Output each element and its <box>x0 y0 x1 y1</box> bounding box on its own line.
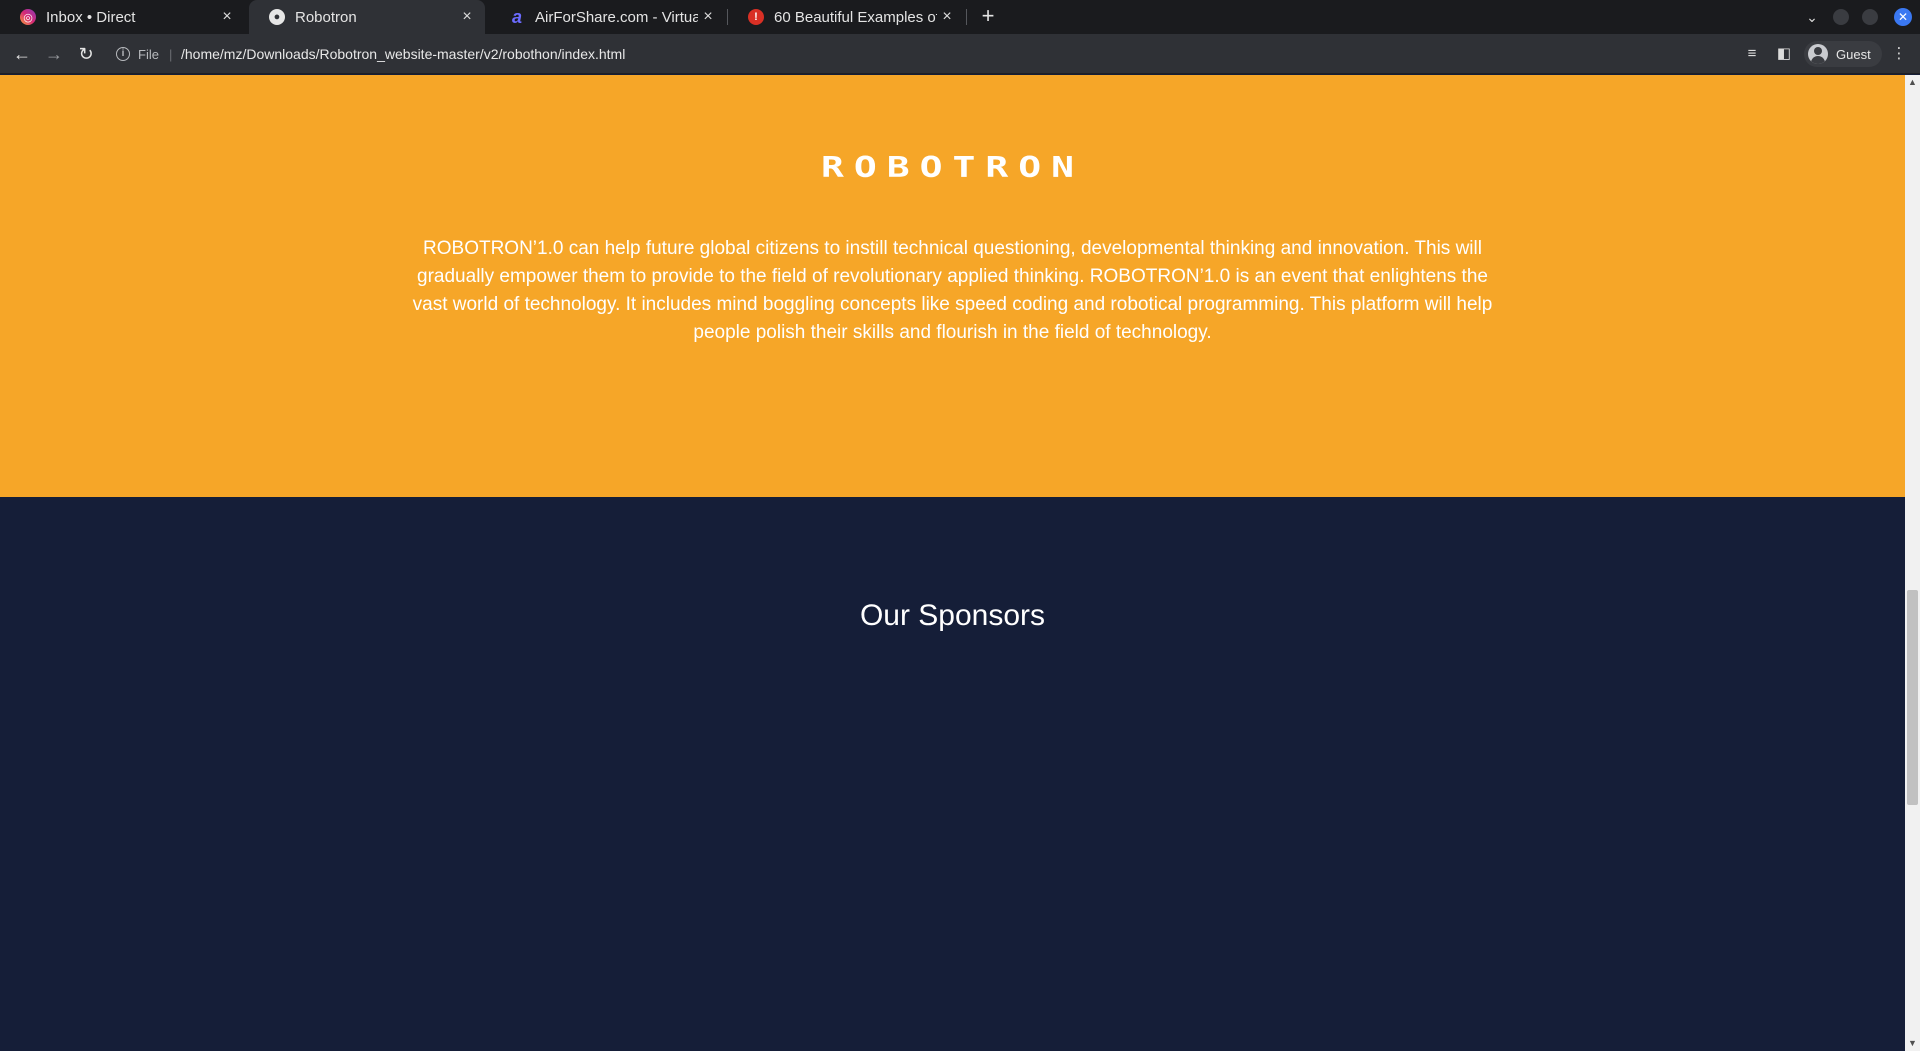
instagram-icon: ◎ <box>20 9 36 25</box>
minimize-window-button[interactable] <box>1833 9 1849 25</box>
site-info-button[interactable]: i File | <box>116 44 172 64</box>
tab-title: Inbox • Direct <box>46 8 136 26</box>
more-menu-icon[interactable]: ⋮ <box>1887 42 1911 66</box>
tab-robotron[interactable]: ● Robotron × <box>249 0 485 34</box>
globe-icon: ● <box>269 9 285 25</box>
tab-strip: ◎ Inbox • Direct × ● Robotron × a AirFor… <box>0 0 1920 34</box>
profile-label: Guest <box>1836 46 1871 62</box>
close-tab-icon[interactable]: × <box>937 8 957 26</box>
page-scrollbar[interactable]: ▲ ▼ <box>1905 75 1920 1051</box>
browser-toolbar: ← → ↻ i File | /home/mz/Downloads/Robotr… <box>0 34 1920 74</box>
sponsors-title: Our Sponsors <box>859 599 1046 632</box>
tab-airforshare[interactable]: a AirForShare.com - Virtual × <box>489 0 726 34</box>
new-tab-button[interactable]: + <box>976 0 1000 34</box>
info-icon: ! <box>748 9 764 25</box>
about-description: ROBOTRON’1.0 can help future global citi… <box>412 238 1493 343</box>
address-separator: | <box>168 46 173 62</box>
scroll-up-arrow-icon[interactable]: ▲ <box>1905 75 1920 90</box>
forward-arrow-icon[interactable]: → <box>40 40 68 68</box>
scroll-down-arrow-icon[interactable]: ▼ <box>1905 1036 1920 1051</box>
close-window-button[interactable]: ✕ <box>1894 8 1912 26</box>
page-viewport: ROBOTRON ROBOTRON’1.0 can help future gl… <box>0 75 1905 1051</box>
reading-list-icon[interactable]: ≡ <box>1740 42 1764 66</box>
scrollbar-thumb[interactable] <box>1907 590 1918 805</box>
tab-inbox-direct[interactable]: ◎ Inbox • Direct × <box>0 0 245 34</box>
info-circle-icon: i <box>116 47 130 61</box>
tab-title: AirForShare.com - Virtual <box>535 8 698 26</box>
side-panel-icon[interactable]: ◧ <box>1772 42 1796 66</box>
tab-title: Robotron <box>295 8 357 26</box>
tab-search-chevron-down-icon[interactable]: ⌄ <box>1800 0 1824 34</box>
close-tab-icon[interactable]: × <box>457 8 477 26</box>
reload-icon[interactable]: ↻ <box>72 40 100 68</box>
close-tab-icon[interactable]: × <box>217 8 237 26</box>
maximize-window-button[interactable] <box>1862 9 1878 25</box>
about-section: ROBOTRON ROBOTRON’1.0 can help future gl… <box>0 75 1905 497</box>
sponsors-section: Our Sponsors <box>0 497 1905 1051</box>
scheme-label: File <box>138 46 159 62</box>
address-bar[interactable]: /home/mz/Downloads/Robotron_website-mast… <box>181 44 625 64</box>
robotron-logo: ROBOTRON <box>820 150 1085 184</box>
back-arrow-icon[interactable]: ← <box>8 40 36 68</box>
avatar-icon <box>1808 44 1828 64</box>
airforshare-icon: a <box>511 6 522 27</box>
close-tab-icon[interactable]: × <box>698 8 718 26</box>
profile-button[interactable]: Guest <box>1804 41 1882 67</box>
tab-separator <box>966 9 967 25</box>
tab-60-beautiful-examples[interactable]: ! 60 Beautiful Examples of C × <box>728 0 965 34</box>
tab-title: 60 Beautiful Examples of C <box>774 8 937 26</box>
